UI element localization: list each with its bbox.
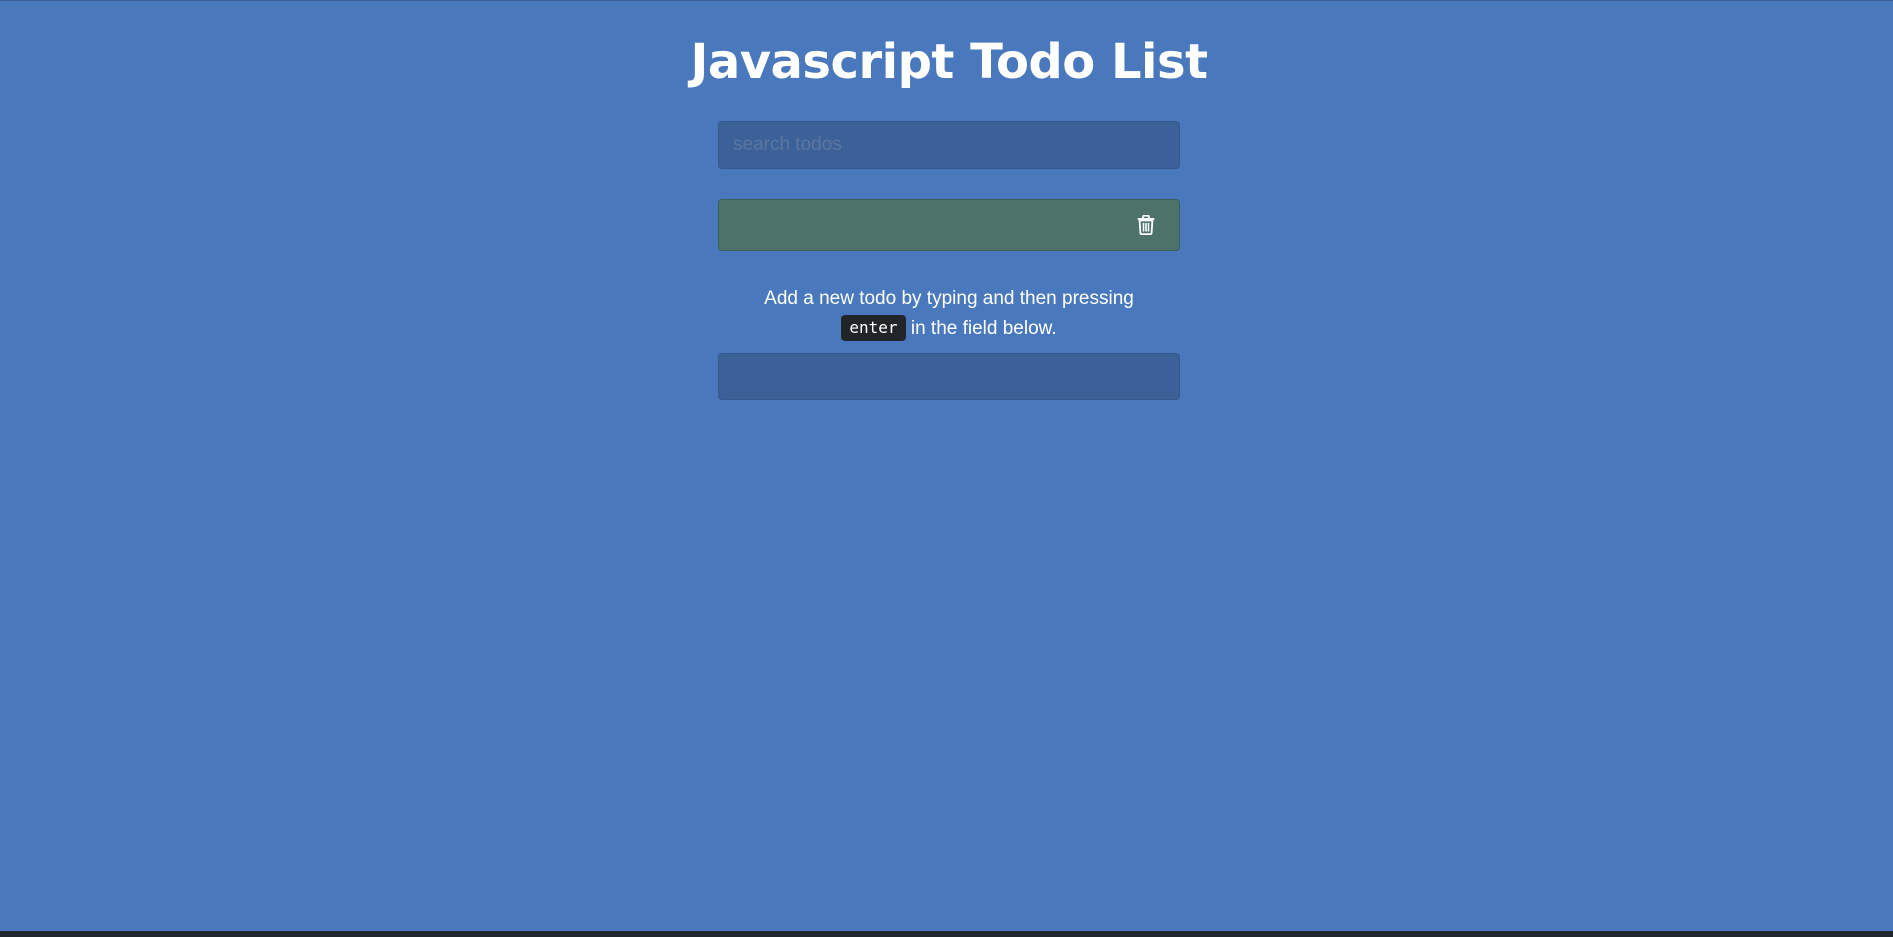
todo-item[interactable] bbox=[718, 199, 1180, 251]
window-top-border bbox=[0, 0, 1893, 1]
add-hint-text-before: Add a new todo by typing and then pressi… bbox=[764, 288, 1134, 309]
page-title: Javascript Todo List bbox=[690, 34, 1208, 90]
search-input[interactable] bbox=[718, 121, 1180, 169]
trash-icon[interactable] bbox=[1135, 214, 1157, 236]
todo-list bbox=[718, 199, 1180, 251]
bottom-taskbar-edge bbox=[0, 931, 1893, 937]
add-todo-input[interactable] bbox=[718, 353, 1180, 400]
add-todo-hint: Add a new todo by typing and then pressi… bbox=[718, 284, 1180, 344]
enter-key-label: enter bbox=[841, 315, 906, 341]
add-hint-text-after: in the field below. bbox=[910, 318, 1057, 339]
todo-app: Javascript Todo List Add a new todo by t… bbox=[690, 30, 1208, 400]
